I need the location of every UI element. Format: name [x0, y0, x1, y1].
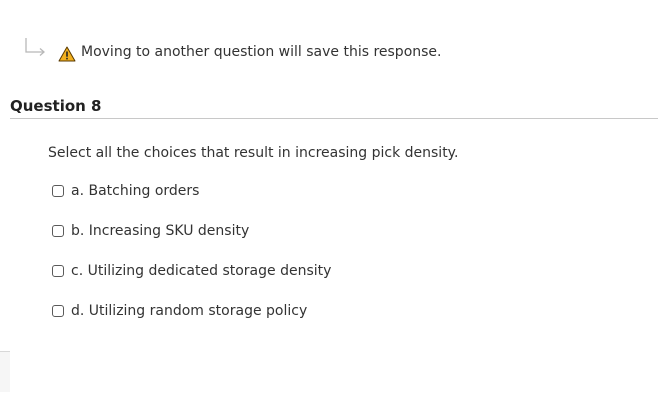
choice-b-label[interactable]: b. Increasing SKU density — [71, 223, 249, 239]
question-title: Question 8 — [10, 97, 102, 115]
choice-b-checkbox[interactable] — [52, 225, 64, 237]
return-arrow-icon — [25, 38, 45, 56]
question-divider — [10, 118, 658, 119]
warning-icon — [58, 46, 76, 62]
choice-b[interactable]: b. Increasing SKU density — [52, 223, 249, 239]
choice-d-checkbox[interactable] — [52, 305, 64, 317]
choice-a-label[interactable]: a. Batching orders — [71, 183, 199, 199]
choice-c-checkbox[interactable] — [52, 265, 64, 277]
choice-d[interactable]: d. Utilizing random storage policy — [52, 303, 307, 319]
choice-c[interactable]: c. Utilizing dedicated storage density — [52, 263, 331, 279]
side-panel-edge — [0, 351, 10, 392]
choice-d-label[interactable]: d. Utilizing random storage policy — [71, 303, 307, 319]
choice-a-checkbox[interactable] — [52, 185, 64, 197]
question-prompt: Select all the choices that result in in… — [48, 145, 459, 161]
save-notice-text: Moving to another question will save thi… — [81, 44, 442, 60]
choice-a[interactable]: a. Batching orders — [52, 183, 199, 199]
choice-c-label[interactable]: c. Utilizing dedicated storage density — [71, 263, 331, 279]
